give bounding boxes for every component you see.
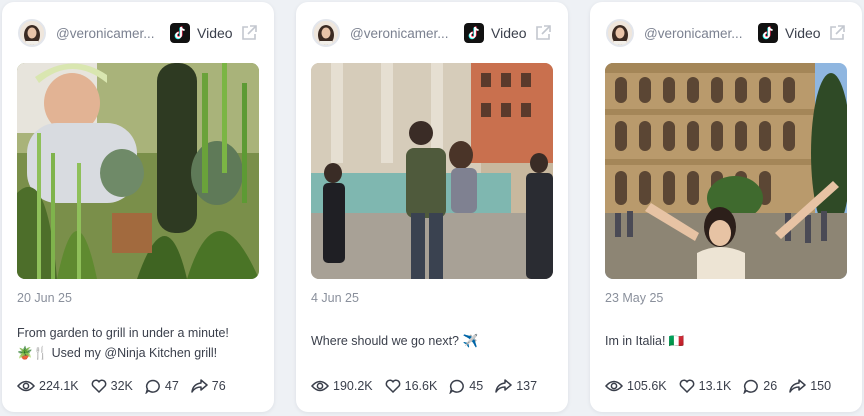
- eye-icon: [605, 380, 623, 392]
- account-handle[interactable]: @veronicamer...: [56, 26, 160, 41]
- shares-count: 150: [810, 379, 832, 393]
- comment-icon: [743, 379, 759, 394]
- views-stat: 224.1K: [17, 379, 79, 393]
- account-handle[interactable]: @veronicamer...: [350, 26, 454, 41]
- likes-count: 32K: [110, 379, 133, 393]
- tiktok-icon: [758, 23, 778, 43]
- views-count: 190.2K: [333, 379, 373, 393]
- platform-label: Video: [197, 25, 233, 41]
- post-date: 20 Jun 25: [17, 291, 72, 305]
- post-card[interactable]: @veronicamer... Video: [296, 2, 568, 412]
- likes-stat: 32K: [91, 379, 133, 393]
- post-stats: 224.1K 32K 47 76: [17, 376, 264, 396]
- post-card[interactable]: @veronicamer... Video: [2, 2, 274, 412]
- heart-icon: [91, 379, 106, 393]
- views-count: 224.1K: [39, 379, 79, 393]
- post-date: 4 Jun 25: [311, 291, 359, 305]
- comments-stat: 47: [145, 379, 179, 394]
- tiktok-icon: [170, 23, 190, 43]
- views-count: 105.6K: [627, 379, 667, 393]
- platform-label: Video: [785, 25, 821, 41]
- shares-count: 137: [516, 379, 538, 393]
- post-header: @veronicamer... Video: [312, 18, 552, 48]
- post-card[interactable]: @veronicamer... Video: [590, 2, 862, 412]
- post-stats: 105.6K 13.1K 26 150: [605, 376, 852, 396]
- shares-stat: 150: [789, 379, 831, 393]
- post-thumbnail[interactable]: [605, 63, 847, 279]
- eye-icon: [17, 380, 35, 392]
- avatar[interactable]: [18, 19, 46, 47]
- post-caption: Where should we go next? ✈️: [311, 331, 552, 351]
- post-caption: Im in Italia! 🇮🇹: [605, 331, 846, 351]
- shares-stat: 137: [495, 379, 537, 393]
- caption-line: Im in Italia! 🇮🇹: [605, 334, 685, 348]
- comment-icon: [449, 379, 465, 394]
- heart-icon: [385, 379, 400, 393]
- eye-icon: [311, 380, 329, 392]
- external-link-icon[interactable]: [240, 24, 258, 42]
- tiktok-icon: [464, 23, 484, 43]
- caption-line: 🪴🍴 Used my @Ninja Kitchen grill!: [17, 346, 218, 360]
- post-thumbnail[interactable]: [311, 63, 553, 279]
- account-handle[interactable]: @veronicamer...: [644, 26, 748, 41]
- avatar[interactable]: [606, 19, 634, 47]
- post-header: @veronicamer... Video: [606, 18, 846, 48]
- views-stat: 190.2K: [311, 379, 373, 393]
- likes-stat: 13.1K: [679, 379, 732, 393]
- share-icon: [191, 379, 208, 393]
- external-link-icon[interactable]: [534, 24, 552, 42]
- comment-icon: [145, 379, 160, 394]
- comments-count: 26: [763, 379, 778, 393]
- comments-count: 45: [469, 379, 484, 393]
- post-caption: From garden to grill in under a minute! …: [17, 323, 258, 363]
- shares-stat: 76: [191, 379, 226, 393]
- likes-stat: 16.6K: [385, 379, 438, 393]
- comments-stat: 45: [449, 379, 483, 394]
- likes-count: 16.6K: [404, 379, 438, 393]
- caption-line: From garden to grill in under a minute!: [17, 326, 229, 340]
- post-thumbnail[interactable]: [17, 63, 259, 279]
- caption-line: Where should we go next? ✈️: [311, 334, 479, 348]
- external-link-icon[interactable]: [828, 24, 846, 42]
- post-header: @veronicamer... Video: [18, 18, 258, 48]
- platform-label: Video: [491, 25, 527, 41]
- heart-icon: [679, 379, 694, 393]
- avatar[interactable]: [312, 19, 340, 47]
- post-date: 23 May 25: [605, 291, 664, 305]
- comments-count: 47: [164, 379, 179, 393]
- views-stat: 105.6K: [605, 379, 667, 393]
- shares-count: 76: [211, 379, 226, 393]
- post-stats: 190.2K 16.6K 45 137: [311, 376, 558, 396]
- share-icon: [789, 379, 806, 393]
- comments-stat: 26: [743, 379, 777, 394]
- likes-count: 13.1K: [698, 379, 732, 393]
- share-icon: [495, 379, 512, 393]
